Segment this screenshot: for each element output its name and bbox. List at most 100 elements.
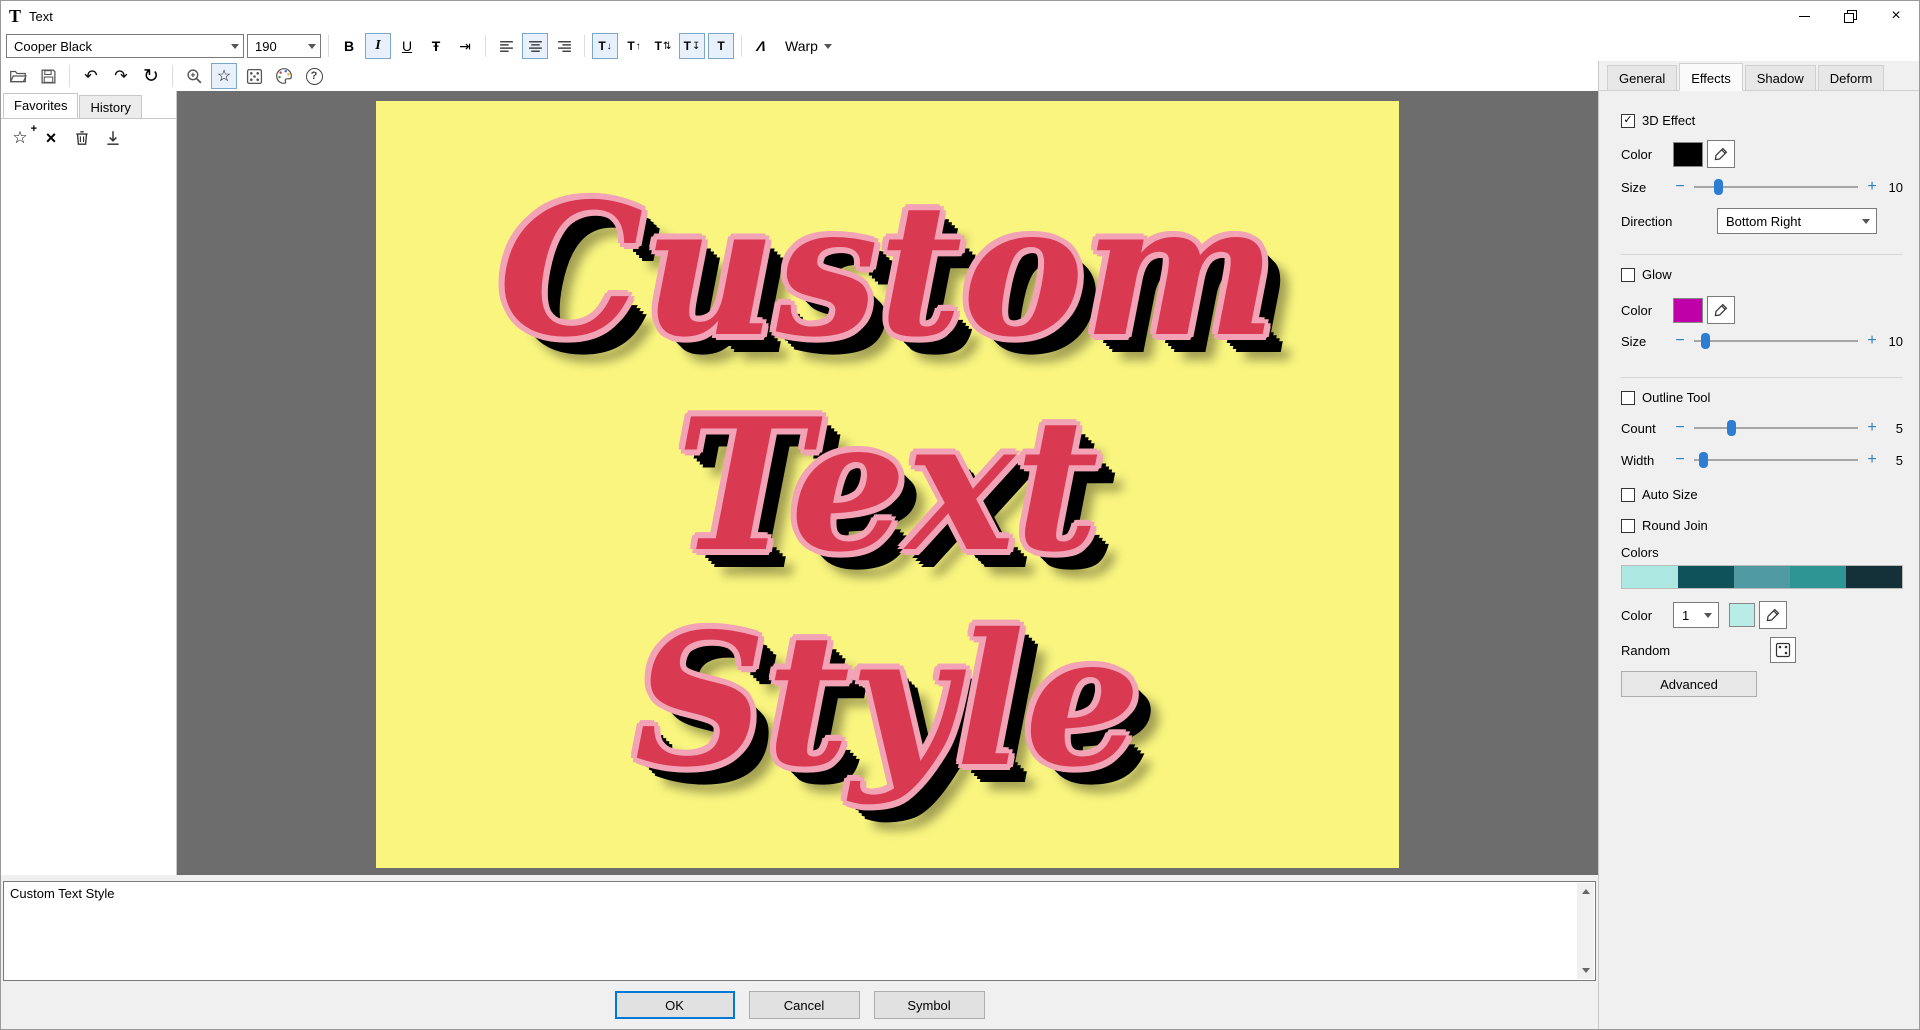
tab-effects[interactable]: Effects (1679, 63, 1743, 91)
palette-button[interactable] (271, 63, 297, 89)
tab-deform[interactable]: Deform (1817, 65, 1885, 90)
palette-segment[interactable] (1678, 566, 1734, 588)
random-colors-button[interactable] (1770, 637, 1797, 663)
strikethrough-button[interactable]: Ŧ (423, 33, 449, 59)
palette-segment[interactable] (1622, 566, 1678, 588)
restore-button[interactable] (1827, 1, 1873, 31)
favorites-panel: Favorites History ☆ + × (1, 91, 177, 875)
3d-effect-label: 3D Effect (1642, 113, 1696, 128)
dither-button[interactable] (241, 63, 267, 89)
round-join-checkbox[interactable] (1621, 518, 1635, 533)
delete-x-icon: × (45, 127, 57, 148)
outline-tool-checkbox[interactable] (1621, 390, 1635, 405)
scroll-up-button[interactable] (1577, 883, 1594, 900)
3d-size-slider[interactable] (1694, 178, 1858, 196)
tab-general[interactable]: General (1607, 65, 1678, 90)
3d-effect-checkbox[interactable]: ✓ (1621, 113, 1635, 128)
3d-size-increase-button[interactable]: + (1865, 178, 1879, 196)
favorites-button[interactable]: ☆ (211, 63, 237, 89)
advanced-button[interactable]: Advanced (1621, 671, 1757, 697)
palette-segment[interactable] (1790, 566, 1846, 588)
3d-size-decrease-button[interactable]: − (1673, 178, 1687, 196)
width-decrease-button[interactable]: − (1673, 451, 1687, 469)
palette-color-swatch[interactable] (1729, 603, 1755, 627)
palette-segment[interactable] (1846, 566, 1902, 588)
glow-color-picker-button[interactable] (1707, 296, 1735, 324)
zoom-button[interactable] (181, 63, 207, 89)
slider-track (1694, 459, 1858, 461)
redo-button[interactable]: ↷ (108, 63, 134, 89)
count-increase-button[interactable]: + (1865, 419, 1879, 437)
tab-history[interactable]: History (79, 95, 142, 118)
slider-thumb[interactable] (1726, 420, 1736, 436)
color-index-value: 1 (1682, 607, 1690, 623)
chevron-down-icon (1862, 218, 1870, 224)
direction-select[interactable]: Bottom Right (1717, 208, 1877, 234)
toolbar-separator (741, 35, 742, 57)
align-left-button[interactable] (493, 33, 519, 59)
reset-button[interactable]: ↻ (138, 63, 164, 89)
glow-checkbox[interactable] (1621, 267, 1635, 282)
text-orientation-3-button[interactable]: T ⇅ (650, 33, 676, 59)
delete-favorite-button[interactable]: × (40, 127, 62, 149)
tab-favorites[interactable]: Favorites (3, 93, 79, 118)
minimize-button[interactable] (1781, 1, 1827, 31)
restore-icon (1844, 10, 1857, 23)
3d-color-label: Color (1621, 146, 1653, 162)
width-increase-button[interactable]: + (1865, 451, 1879, 469)
slider-thumb[interactable] (1700, 333, 1710, 349)
count-slider[interactable] (1694, 419, 1858, 437)
warp-dropdown[interactable]: Warp (778, 33, 839, 59)
count-decrease-button[interactable]: − (1673, 419, 1687, 437)
add-favorite-button[interactable]: ☆ + (9, 123, 37, 149)
font-size-select[interactable]: 190 (247, 34, 321, 58)
cancel-button[interactable]: Cancel (748, 991, 860, 1019)
text-orientation-2-button[interactable]: T ↑ (621, 33, 647, 59)
ok-button[interactable]: OK (614, 991, 735, 1019)
clear-favorites-button[interactable] (71, 127, 93, 149)
palette-segment[interactable] (1734, 566, 1790, 588)
glow-size-decrease-button[interactable]: − (1673, 332, 1687, 350)
align-right-button[interactable] (551, 33, 577, 59)
text-input[interactable]: Custom Text Style (3, 881, 1596, 981)
italic-button[interactable]: I (365, 33, 391, 59)
help-button[interactable]: ? (301, 63, 327, 89)
text-orientation-1-button[interactable]: T ↓ (592, 33, 618, 59)
toolbar-separator (328, 35, 329, 57)
color-gradient-bar[interactable] (1621, 565, 1903, 589)
tab-shadow[interactable]: Shadow (1744, 65, 1816, 90)
slider-thumb[interactable] (1698, 452, 1708, 468)
slider-thumb[interactable] (1713, 179, 1723, 195)
text-input-scrollbar[interactable] (1577, 883, 1594, 979)
star-icon: ☆ (216, 68, 232, 85)
scroll-down-button[interactable] (1577, 962, 1594, 979)
auto-size-checkbox[interactable] (1621, 487, 1635, 502)
text-orientation-5-button[interactable]: T (708, 33, 734, 59)
preview-canvas[interactable]: Custom Text Style (376, 101, 1399, 868)
dice-icon (246, 68, 262, 84)
text-orientation-4-button[interactable]: T ↧ (679, 33, 705, 59)
palette-color-picker-button[interactable] (1759, 601, 1787, 629)
save-button[interactable] (35, 63, 61, 89)
import-favorites-button[interactable] (102, 127, 124, 149)
bold-button[interactable]: B (336, 33, 362, 59)
close-button[interactable]: × (1873, 1, 1919, 31)
random-label: Random (1621, 642, 1671, 658)
3d-color-swatch[interactable] (1673, 141, 1703, 167)
color-index-select[interactable]: 1 (1673, 602, 1719, 628)
text-dialog-window: T Text × Cooper Black 190 B I U Ŧ ⇥ T ↓ … (0, 0, 1920, 1030)
glow-color-swatch[interactable] (1673, 297, 1703, 323)
open-button[interactable] (5, 63, 31, 89)
glow-size-increase-button[interactable]: + (1865, 332, 1879, 350)
tab-stop-button[interactable]: ⇥ (452, 33, 478, 59)
warp-style-button[interactable]: Λ (749, 33, 775, 59)
settings-tabs: General Effects Shadow Deform (1599, 61, 1919, 91)
symbol-button[interactable]: Symbol (873, 991, 985, 1019)
font-family-select[interactable]: Cooper Black (6, 34, 244, 58)
3d-color-picker-button[interactable] (1707, 140, 1735, 168)
underline-button[interactable]: U (394, 33, 420, 59)
undo-button[interactable]: ↶ (78, 63, 104, 89)
align-center-button[interactable] (522, 33, 548, 59)
width-slider[interactable] (1694, 451, 1858, 469)
glow-size-slider[interactable] (1694, 332, 1858, 350)
